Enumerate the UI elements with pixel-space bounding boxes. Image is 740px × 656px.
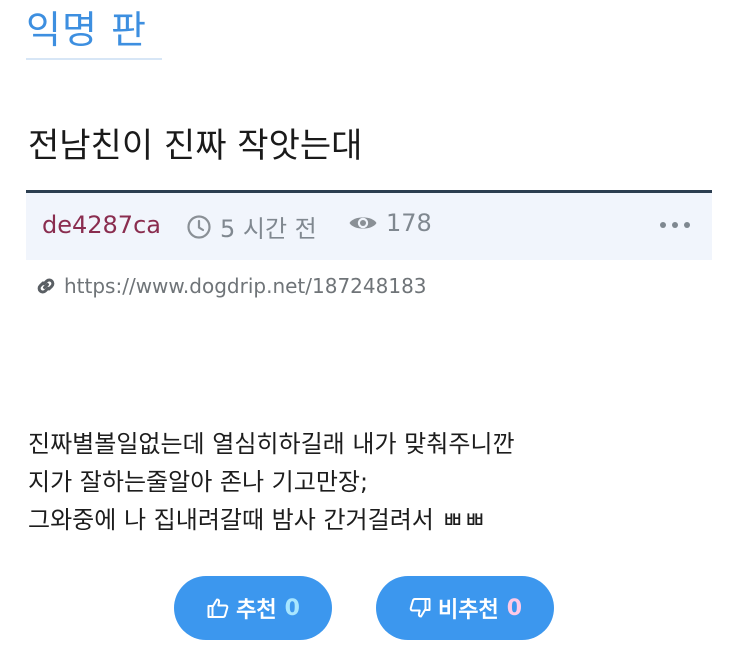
downvote-button[interactable]: 비추천 0 [376,576,554,640]
dot [684,222,690,228]
more-dots-icon[interactable] [660,213,690,237]
content-line: 그와중에 나 집내려갈때 밤사 간거걸려서 ㅃㅃ [28,506,486,534]
downvote-count: 0 [506,595,523,621]
post-title: 전남친이 진짜 작앗는대 [28,126,363,166]
eye-icon [349,217,377,229]
views-count: 178 [386,209,432,237]
link-icon [37,278,55,294]
post-content: 진짜별볼일없는데 열심히하길래 내가 맞춰주니깐 지가 잘하는줄알아 존나 기고… [28,425,515,539]
clock-icon [187,214,211,239]
downvote-label: 비추천 [437,598,499,623]
post-meta-bar: de4287ca 5 시간 전 178 [26,190,712,260]
board-title-underline [26,58,162,60]
author-name[interactable]: de4287ca [42,211,161,239]
link-url[interactable]: https://www.dogdrip.net/187248183 [64,274,427,298]
content-line: 진짜별볼일없는데 열심히하길래 내가 맞춰주니깐 [28,430,515,458]
dot [660,222,666,228]
board-title[interactable]: 익명 판 [26,4,147,56]
thumbs-up-icon [207,598,229,618]
upvote-label: 추천 [236,598,277,623]
dot [672,222,678,228]
upvote-count: 0 [284,595,300,621]
content-line: 지가 잘하는줄알아 존나 기고만장; [28,468,369,496]
post-link[interactable]: https://www.dogdrip.net/187248183 [34,274,427,298]
time-text: 5 시간 전 [220,215,317,243]
post-views: 178 [348,209,432,237]
thumbs-down-icon [409,598,431,618]
post-time: 5 시간 전 [186,209,317,244]
upvote-button[interactable]: 추천 0 [174,576,332,640]
